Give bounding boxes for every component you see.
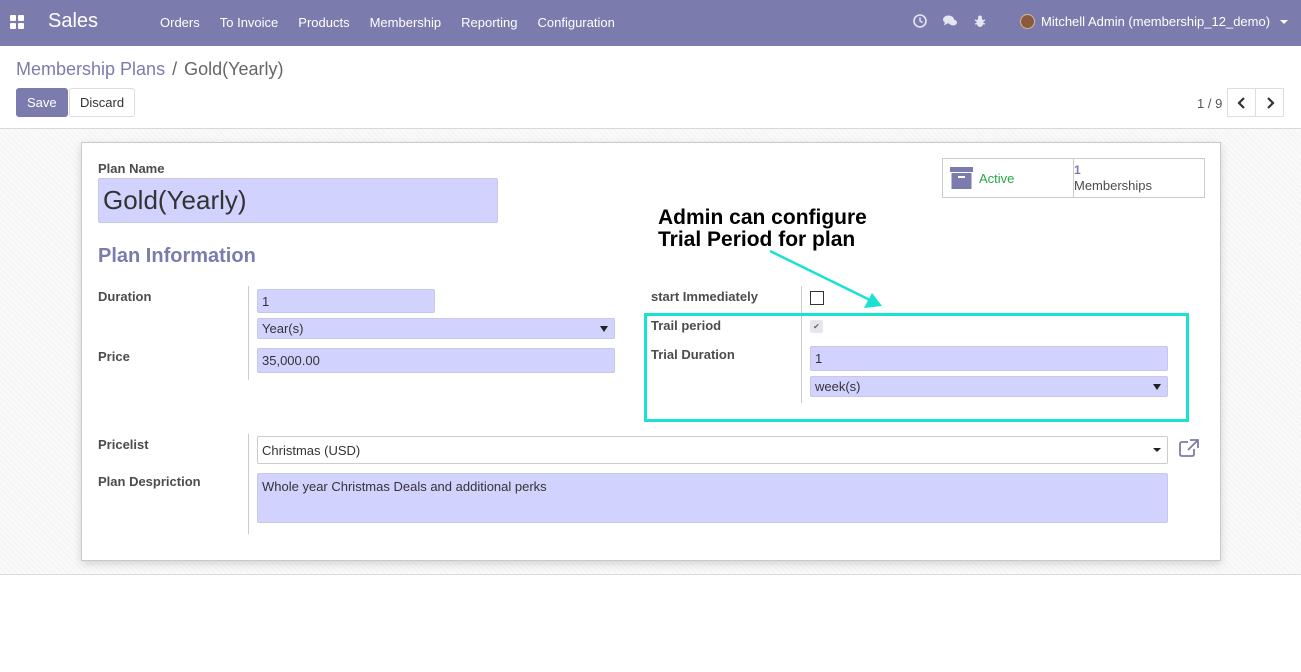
smart-buttons: Active 1 Memberships <box>942 158 1205 198</box>
app-title[interactable]: Sales <box>48 10 98 33</box>
form-sheet: Plan Name Gold(Yearly) Active 1 Membersh… <box>81 142 1221 561</box>
price-label: Price <box>98 349 130 364</box>
breadcrumb-current: Gold(Yearly) <box>184 59 284 79</box>
menu-item-reporting[interactable]: Reporting <box>451 15 527 30</box>
duration-input[interactable]: 1 <box>257 289 435 313</box>
pricelist-label: Pricelist <box>98 437 149 452</box>
pager-next-button[interactable] <box>1255 88 1284 117</box>
avatar <box>1020 14 1035 29</box>
memberships-count: 1 <box>1074 163 1081 177</box>
price-input[interactable]: 35,000.00 <box>257 348 615 373</box>
active-label: Active <box>979 171 1015 186</box>
user-name: Mitchell Admin (membership_12_demo) <box>1041 14 1271 29</box>
bottom-group-divider <box>248 434 249 534</box>
annotation-callout: Admin can configure Trial Period for pla… <box>658 207 867 251</box>
duration-unit-value: Year(s) <box>262 321 304 336</box>
section-title: Plan Information <box>98 245 256 267</box>
start-immediately-label: start Immediately <box>651 289 758 304</box>
menu-item-membership[interactable]: Membership <box>360 15 452 30</box>
control-panel: Membership Plans / Gold(Yearly) Save Dis… <box>0 46 1301 129</box>
pricelist-value: Christmas (USD) <box>262 442 361 458</box>
pager-previous-button[interactable] <box>1227 88 1256 117</box>
user-menu[interactable]: Mitchell Admin (membership_12_demo) <box>1020 14 1289 29</box>
pager-value[interactable]: 1 / 9 <box>1197 96 1222 111</box>
trial-period-highlight-box <box>644 313 1189 422</box>
active-toggle-button[interactable]: Active <box>943 159 1074 197</box>
duration-label: Duration <box>98 289 152 304</box>
chevron-left-icon <box>1236 96 1245 109</box>
plan-name-label: Plan Name <box>98 161 165 176</box>
discard-button[interactable]: Discard <box>69 88 136 117</box>
archive-icon <box>950 167 973 189</box>
duration-unit-select[interactable]: Year(s) <box>257 318 615 339</box>
annotation-line-2: Trial Period for plan <box>658 228 856 251</box>
menu-item-orders[interactable]: Orders <box>150 15 210 30</box>
save-button[interactable]: Save <box>16 88 68 117</box>
dropdown-arrow-icon <box>600 325 608 332</box>
breadcrumb-parent[interactable]: Membership Plans <box>16 59 165 80</box>
description-textarea[interactable]: Whole year Christmas Deals and additiona… <box>257 473 1168 523</box>
memberships-label: Memberships <box>1074 178 1153 193</box>
start-immediately-checkbox[interactable] <box>810 291 824 305</box>
dropdown-arrow-icon <box>1153 448 1161 452</box>
description-label: Plan Despriction <box>98 474 201 489</box>
external-link-icon[interactable] <box>1179 439 1199 457</box>
form-view: Plan Name Gold(Yearly) Active 1 Membersh… <box>0 129 1301 575</box>
menu-item-products[interactable]: Products <box>288 15 359 30</box>
systray <box>912 13 988 29</box>
memberships-button[interactable]: 1 Memberships <box>1074 159 1204 197</box>
breadcrumb: Membership Plans / Gold(Yearly) <box>16 59 283 80</box>
breadcrumb-separator: / <box>172 59 178 79</box>
plan-name-input[interactable]: Gold(Yearly) <box>98 178 498 223</box>
menu-item-configuration[interactable]: Configuration <box>528 15 625 30</box>
bug-icon[interactable] <box>972 13 988 29</box>
chat-icon[interactable] <box>942 13 958 29</box>
top-navbar: Sales Orders To Invoice Products Members… <box>0 0 1301 46</box>
chevron-down-icon <box>1280 19 1289 24</box>
main-menu: Orders To Invoice Products Membership Re… <box>150 15 625 30</box>
annotation-line-1: Admin can configure <box>658 206 867 229</box>
pricelist-select[interactable]: Christmas (USD) <box>257 436 1168 464</box>
clock-icon[interactable] <box>912 13 928 29</box>
chevron-right-icon <box>1266 96 1275 109</box>
apps-grid-icon[interactable] <box>10 15 24 29</box>
menu-item-to-invoice[interactable]: To Invoice <box>210 15 289 30</box>
left-group-divider <box>248 286 249 380</box>
